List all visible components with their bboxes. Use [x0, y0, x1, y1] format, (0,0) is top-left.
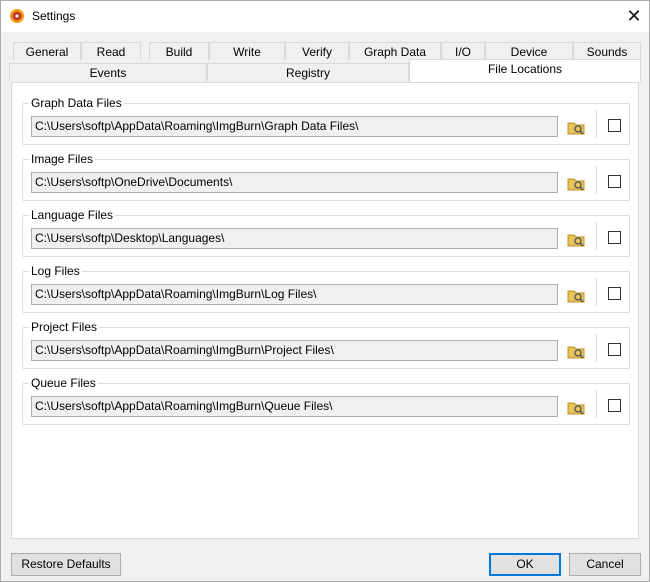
- graph-data-files-path-input[interactable]: C:\Users\softp\AppData\Roaming\ImgBurn\G…: [31, 116, 558, 137]
- group-label: Project Files: [29, 320, 100, 334]
- group-project-files: Project Files C:\Users\softp\AppData\Roam…: [22, 320, 630, 369]
- project-files-path-input[interactable]: C:\Users\softp\AppData\Roaming\ImgBurn\P…: [31, 340, 558, 361]
- language-files-checkbox[interactable]: [608, 231, 621, 244]
- tab-i-o[interactable]: I/O: [441, 42, 485, 60]
- group-image-files: Image Files C:\Users\softp\OneDrive\Docum…: [22, 152, 630, 201]
- folder-browse-icon[interactable]: [566, 341, 586, 361]
- log-files-path-input[interactable]: C:\Users\softp\AppData\Roaming\ImgBurn\L…: [31, 284, 558, 305]
- tab-build[interactable]: Build: [149, 42, 209, 60]
- tab-device[interactable]: Device: [485, 42, 573, 60]
- tab-row-2: Events Registry File Locations: [1, 59, 641, 82]
- log-files-checkbox[interactable]: [608, 287, 621, 300]
- folder-browse-icon[interactable]: [566, 285, 586, 305]
- close-icon[interactable]: ✕: [619, 1, 649, 32]
- separator: [596, 390, 597, 418]
- folder-browse-icon[interactable]: [566, 397, 586, 417]
- restore-defaults-button[interactable]: Restore Defaults: [11, 553, 121, 576]
- file-locations-panel: Graph Data Files C:\Users\softp\AppData\R…: [11, 82, 639, 539]
- settings-window: Settings ✕ General Read Build Write Verify Gr…: [0, 0, 650, 582]
- project-files-checkbox[interactable]: [608, 343, 621, 356]
- group-graph-data-files: Graph Data Files C:\Users\softp\AppData\R…: [22, 96, 630, 145]
- folder-browse-icon[interactable]: [566, 229, 586, 249]
- tab-sounds[interactable]: Sounds: [573, 42, 641, 60]
- separator: [596, 334, 597, 362]
- queue-files-path-input[interactable]: C:\Users\softp\AppData\Roaming\ImgBurn\Q…: [31, 396, 558, 417]
- group-label: Language Files: [29, 208, 116, 222]
- group-label: Queue Files: [29, 376, 98, 390]
- group-log-files: Log Files C:\Users\softp\AppData\Roaming\…: [22, 264, 630, 313]
- separator: [596, 222, 597, 250]
- window-title: Settings: [32, 9, 76, 23]
- tab-registry[interactable]: Registry: [207, 63, 409, 81]
- group-queue-files: Queue Files C:\Users\softp\AppData\Roamin…: [22, 376, 630, 425]
- imgburn-app-icon: [9, 8, 25, 24]
- queue-files-checkbox[interactable]: [608, 399, 621, 412]
- tab-graph-data[interactable]: Graph Data: [349, 42, 441, 60]
- title-bar: Settings ✕: [1, 1, 649, 32]
- tab-general[interactable]: General: [13, 42, 81, 60]
- tab-file-locations[interactable]: File Locations: [409, 59, 641, 82]
- image-files-path-input[interactable]: C:\Users\softp\OneDrive\Documents\: [31, 172, 558, 193]
- tab-events[interactable]: Events: [9, 63, 207, 81]
- graph-data-files-checkbox[interactable]: [608, 119, 621, 132]
- tab-read[interactable]: Read: [81, 42, 141, 60]
- tab-verify[interactable]: Verify: [285, 42, 349, 60]
- language-files-path-input[interactable]: C:\Users\softp\Desktop\Languages\: [31, 228, 558, 249]
- group-language-files: Language Files C:\Users\softp\Desktop\Lan…: [22, 208, 630, 257]
- separator: [596, 110, 597, 138]
- tab-write[interactable]: Write: [209, 42, 285, 60]
- separator: [596, 278, 597, 306]
- image-files-checkbox[interactable]: [608, 175, 621, 188]
- group-label: Log Files: [29, 264, 82, 278]
- ok-button[interactable]: OK: [489, 553, 561, 576]
- group-label: Image Files: [29, 152, 96, 166]
- separator: [596, 166, 597, 194]
- cancel-button[interactable]: Cancel: [569, 553, 641, 576]
- group-label: Graph Data Files: [29, 96, 124, 110]
- folder-browse-icon[interactable]: [566, 117, 586, 137]
- folder-browse-icon[interactable]: [566, 173, 586, 193]
